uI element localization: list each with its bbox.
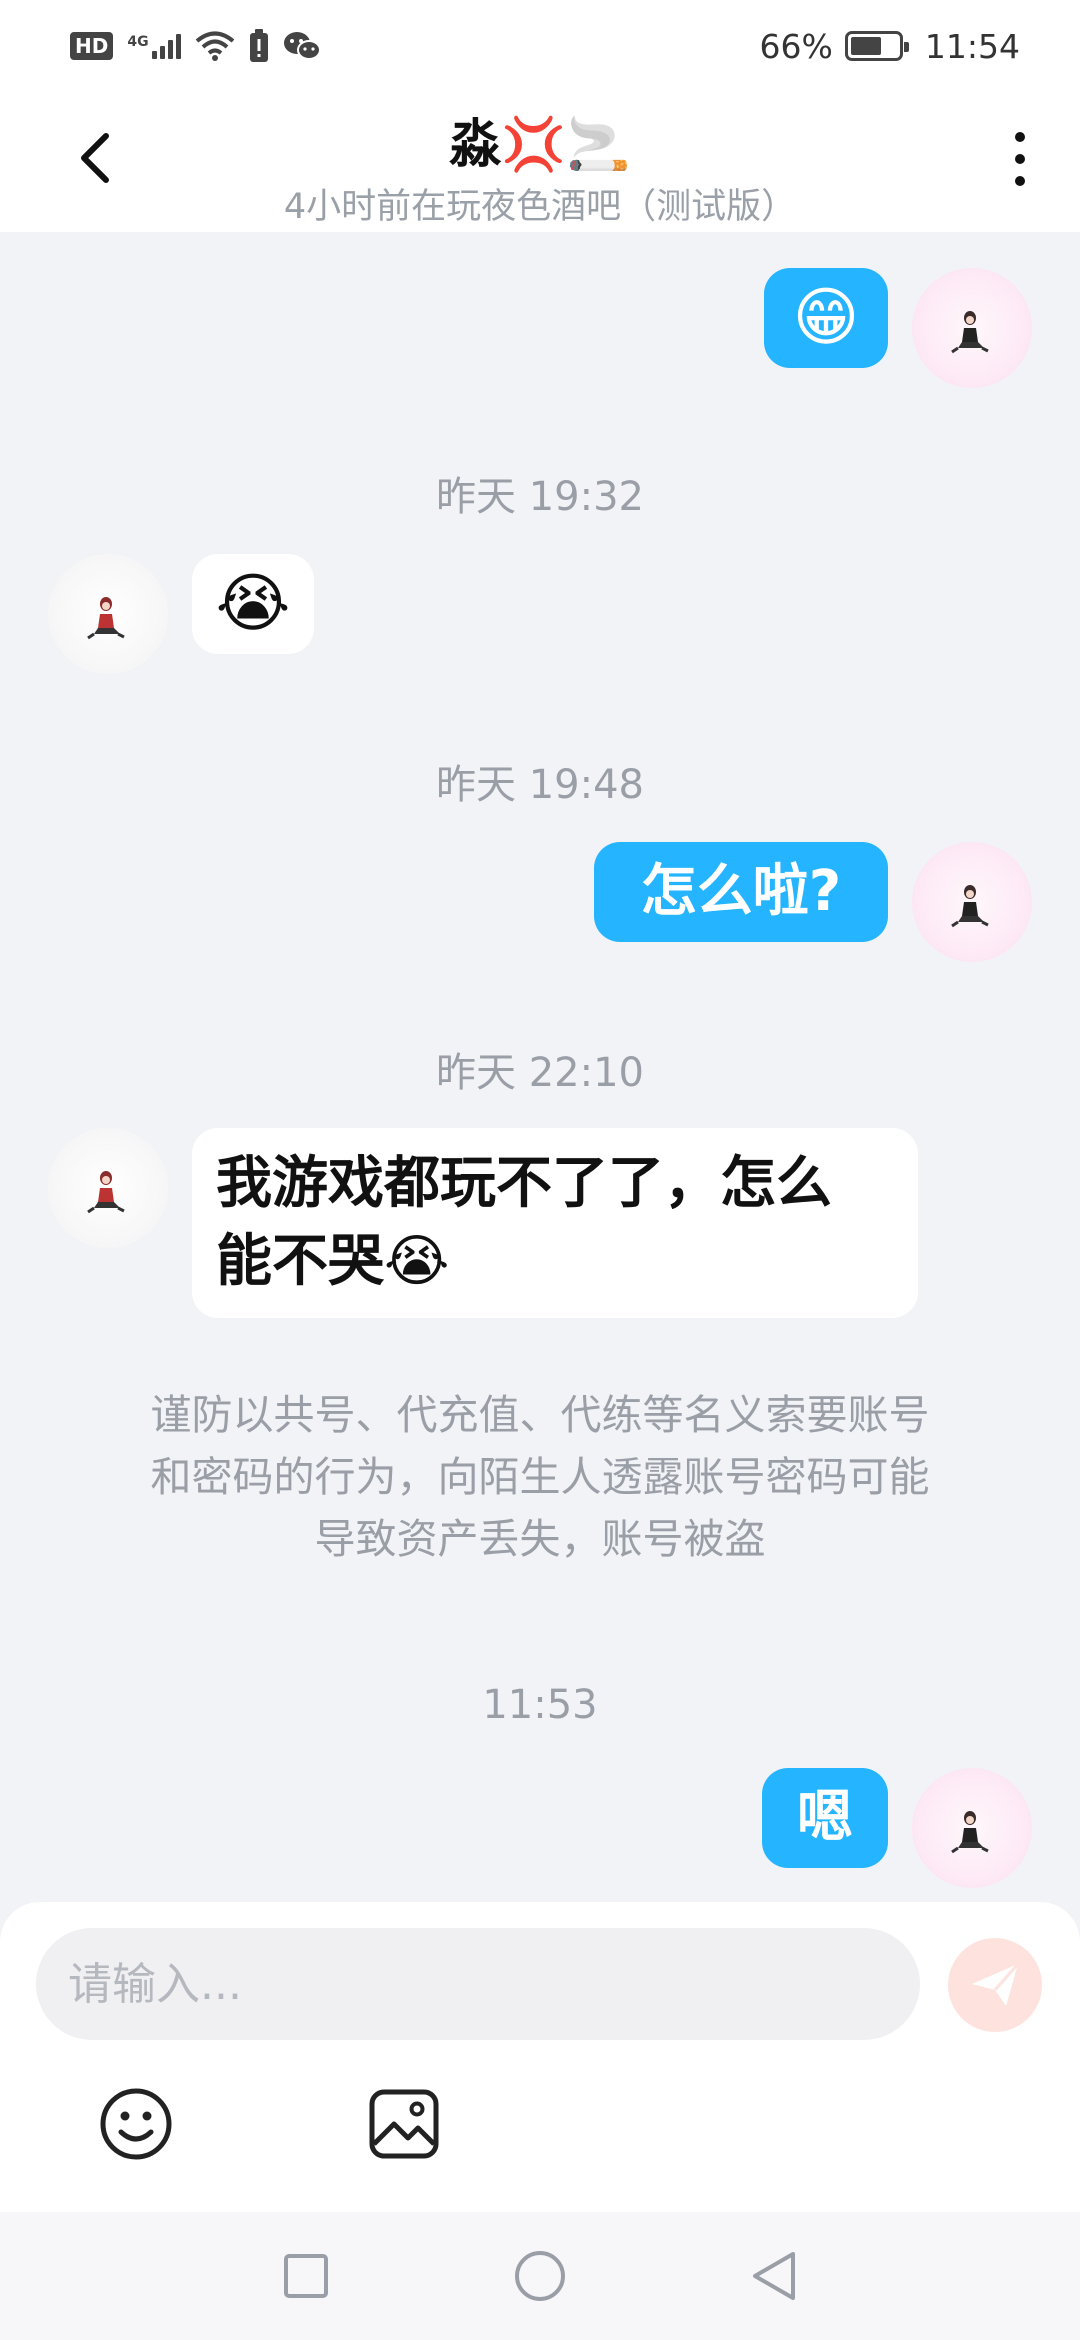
notice-line: 导致资产丢失，账号被盗 bbox=[314, 1515, 766, 1563]
chat-header: 淼💢🚬 4小时前在玩夜色酒吧（测试版） bbox=[0, 92, 1080, 232]
message-bubble-received[interactable]: 我游戏都玩不了了，怎么 能不哭😭 bbox=[192, 1128, 918, 1318]
timestamp: 昨天 19:48 bbox=[436, 762, 644, 808]
message-text: 嗯 bbox=[797, 1785, 853, 1850]
timestamp: 昨天 22:10 bbox=[436, 1050, 644, 1096]
network-type: 4G bbox=[127, 33, 149, 50]
message-text: 😁 bbox=[792, 281, 860, 355]
message-bubble-sent[interactable]: 怎么啦? bbox=[594, 842, 888, 942]
status-icons-right: 66% 11:54 bbox=[760, 27, 1020, 66]
image-icon bbox=[369, 2089, 439, 2159]
timestamp: 11:53 bbox=[482, 1682, 598, 1728]
smiley-icon bbox=[100, 2088, 172, 2160]
contact-status: 4小时前在玩夜色酒吧（测试版） bbox=[283, 187, 797, 227]
status-icons-left: HD 4G bbox=[70, 29, 321, 63]
home-button[interactable] bbox=[508, 2244, 572, 2308]
input-panel bbox=[0, 1902, 1080, 2212]
message-text: 怎么啦? bbox=[640, 859, 842, 924]
message-text-line: 能不哭😭 bbox=[216, 1229, 450, 1294]
circle-icon bbox=[515, 2251, 565, 2301]
recent-apps-button[interactable] bbox=[274, 2244, 338, 2308]
more-options-button[interactable] bbox=[1000, 124, 1040, 194]
message-input[interactable] bbox=[36, 1928, 920, 2040]
message-text-line: 我游戏都玩不了了，怎么 bbox=[216, 1151, 832, 1216]
image-button[interactable] bbox=[364, 2084, 444, 2164]
my-avatar[interactable] bbox=[912, 842, 1032, 962]
cellular-signal-icon: 4G bbox=[127, 33, 181, 59]
square-icon bbox=[284, 2254, 328, 2298]
security-notice: 谨防以共号、代充值、代练等名义索要账号 和密码的行为，向陌生人透露账号密码可能 … bbox=[80, 1384, 1000, 1570]
my-avatar[interactable] bbox=[912, 1768, 1032, 1888]
avatar-figure bbox=[951, 1811, 989, 1854]
avatar-figure bbox=[951, 885, 989, 928]
message-bubble-received[interactable]: 😭 bbox=[192, 554, 314, 654]
message-list[interactable]: 😁 昨天 19:32 😭 昨天 19:48 怎么啦? 昨天 22:10 我游戏都… bbox=[0, 232, 1080, 1902]
battery-percent: 66% bbox=[759, 26, 833, 66]
notice-line: 谨防以共号、代充值、代练等名义索要账号 bbox=[150, 1391, 930, 1439]
contact-avatar[interactable] bbox=[48, 1128, 168, 1248]
system-nav-bar bbox=[0, 2212, 1080, 2340]
avatar-figure bbox=[87, 1171, 125, 1214]
back-nav-button[interactable] bbox=[742, 2244, 806, 2308]
notice-line: 和密码的行为，向陌生人透露账号密码可能 bbox=[150, 1453, 930, 1501]
more-vertical-icon bbox=[1015, 132, 1025, 142]
contact-avatar[interactable] bbox=[48, 554, 168, 674]
clock: 11:54 bbox=[924, 26, 1020, 66]
contact-name: 淼💢🚬 bbox=[449, 115, 631, 175]
hd-badge: HD bbox=[70, 32, 114, 60]
message-text: 😭 bbox=[215, 567, 291, 641]
wifi-icon bbox=[195, 31, 234, 61]
timestamp: 昨天 19:32 bbox=[436, 474, 644, 520]
chat-screen: HD 4G 66% 11:54 淼💢🚬 4小时前在玩夜色酒吧（测试版） 😁 昨天… bbox=[0, 0, 1080, 2340]
avatar-figure bbox=[951, 311, 989, 354]
wechat-icon bbox=[283, 32, 321, 60]
avatar-figure bbox=[87, 597, 125, 640]
send-button[interactable] bbox=[948, 1938, 1042, 2032]
battery-alert-icon bbox=[249, 29, 268, 62]
status-bar: HD 4G 66% 11:54 bbox=[0, 0, 1080, 92]
battery-icon bbox=[844, 31, 909, 61]
triangle-back-icon bbox=[753, 2252, 795, 2300]
emoji-button[interactable] bbox=[96, 2084, 176, 2164]
message-bubble-sent[interactable]: 嗯 bbox=[762, 1768, 888, 1868]
my-avatar[interactable] bbox=[912, 268, 1032, 388]
message-bubble-sent[interactable]: 😁 bbox=[764, 268, 888, 368]
send-icon bbox=[972, 1963, 1020, 2006]
